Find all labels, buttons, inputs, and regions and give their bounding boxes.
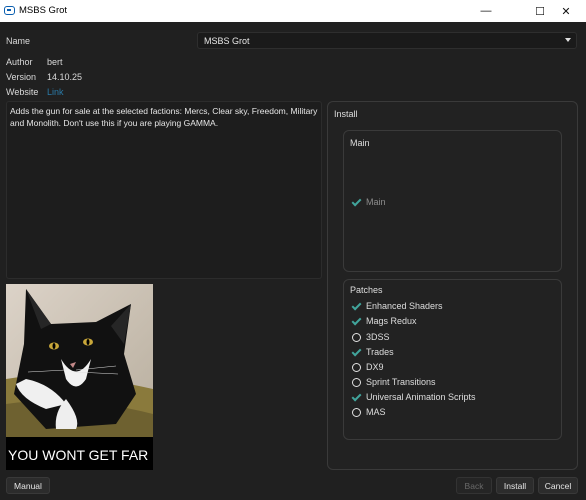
patch-option-sprint-transitions[interactable]: Sprint Transitions xyxy=(352,376,436,388)
option-label: Mags Redux xyxy=(366,316,417,326)
option-label: Universal Animation Scripts xyxy=(366,392,476,402)
install-button[interactable]: Install xyxy=(496,477,534,494)
option-label: Main xyxy=(366,197,386,207)
patch-option-mags-redux[interactable]: Mags Redux xyxy=(352,315,417,327)
version-label: Version xyxy=(6,72,37,82)
window-title: MSBS Grot xyxy=(19,5,68,16)
website-label: Website xyxy=(6,87,39,97)
option-main: Main xyxy=(352,196,386,208)
back-button[interactable]: Back xyxy=(456,477,492,494)
minimize-button[interactable]: — xyxy=(466,0,506,22)
patch-option-mas[interactable]: MAS xyxy=(352,406,386,418)
website-link[interactable]: Link xyxy=(47,87,64,97)
option-label: Sprint Transitions xyxy=(366,377,436,387)
patch-option-universal-animation-scripts[interactable]: Universal Animation Scripts xyxy=(352,391,476,403)
chevron-down-icon xyxy=(565,38,571,42)
option-label: MAS xyxy=(366,407,386,417)
radio-icon xyxy=(352,377,361,387)
install-title: Install xyxy=(334,109,358,119)
manual-button[interactable]: Manual xyxy=(6,477,50,494)
image-caption: YOU WONT GET FAR xyxy=(6,437,153,470)
radio-icon xyxy=(352,362,361,372)
title-bar: MSBS Grot — ☐ ✕ xyxy=(0,0,586,22)
checkmark-icon xyxy=(352,348,361,357)
description-box[interactable]: Adds the gun for sale at the selected fa… xyxy=(6,101,322,279)
app-icon xyxy=(4,6,15,15)
checkmark-icon xyxy=(352,302,361,311)
cancel-button[interactable]: Cancel xyxy=(538,477,578,494)
checkmark-icon xyxy=(352,198,361,207)
option-label: Enhanced Shaders xyxy=(366,301,443,311)
checkmark-icon xyxy=(352,393,361,402)
name-label: Name xyxy=(6,36,31,46)
option-label: DX9 xyxy=(366,362,384,372)
cat-photo xyxy=(6,284,153,437)
option-label: Trades xyxy=(366,347,394,357)
patch-option-enhanced-shaders[interactable]: Enhanced Shaders xyxy=(352,300,443,312)
author-label: Author xyxy=(6,57,33,67)
radio-icon xyxy=(352,407,361,417)
radio-icon xyxy=(352,332,361,342)
close-button[interactable]: ✕ xyxy=(546,0,586,22)
version-value: 14.10.25 xyxy=(47,72,83,82)
author-value: bert xyxy=(47,57,63,67)
name-select-value: MSBS Grot xyxy=(204,36,250,46)
mod-preview-image: YOU WONT GET FAR xyxy=(6,284,153,470)
patches-title: Patches xyxy=(350,285,383,295)
patch-option-dx9[interactable]: DX9 xyxy=(352,361,384,373)
patch-option-3dss[interactable]: 3DSS xyxy=(352,331,390,343)
option-label: 3DSS xyxy=(366,332,390,342)
patch-option-trades[interactable]: Trades xyxy=(352,346,394,358)
name-select[interactable]: MSBS Grot xyxy=(197,32,577,49)
checkmark-icon xyxy=(352,317,361,326)
main-title: Main xyxy=(350,138,370,148)
